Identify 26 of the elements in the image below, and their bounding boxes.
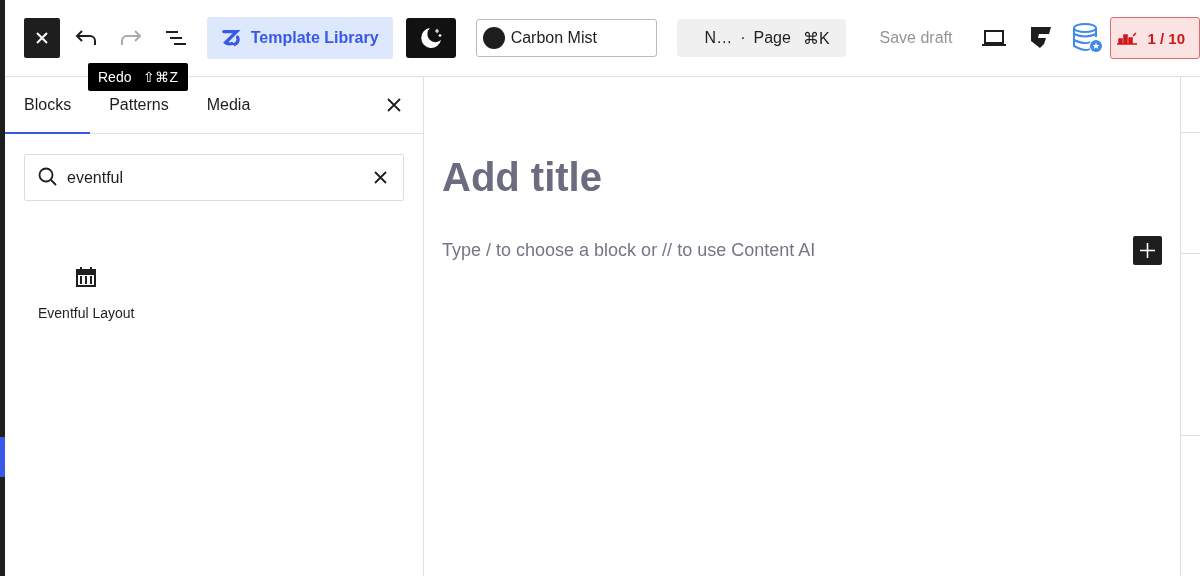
database-icon[interactable] [1072,23,1103,53]
theme-select[interactable]: Carbon Mist [475,19,658,57]
dark-mode-button[interactable] [405,18,456,58]
search-field[interactable]: eventful [24,154,404,201]
list-view-icon [165,30,188,46]
calendar-icon [76,267,97,287]
close-button[interactable] [24,18,61,58]
block-item[interactable]: Eventful Layout [24,267,149,321]
laptop-icon[interactable] [982,30,1007,46]
close-icon [35,31,50,45]
title-placeholder[interactable]: Add title [442,155,1162,200]
tooltip: Redo ⇧⌘Z [88,63,189,91]
paragraph-placeholder[interactable]: Type / to choose a block or // to use Content AI [442,240,816,261]
command-bar[interactable]: N… · Page ⌘K [677,19,846,57]
undo-icon [75,30,98,46]
chart-icon [1117,31,1138,45]
clear-icon[interactable] [374,171,387,184]
shield-logo-icon[interactable] [1030,26,1053,50]
plus-icon [1140,243,1155,258]
template-library-button[interactable]: Template Library [206,17,393,59]
redo-icon [120,30,143,46]
tab[interactable]: Media [187,77,270,134]
add-block-button[interactable] [1133,236,1162,265]
search-icon [38,167,58,187]
stats-badge[interactable]: 1 / 10 [1110,17,1200,59]
logo-icon [220,28,241,48]
